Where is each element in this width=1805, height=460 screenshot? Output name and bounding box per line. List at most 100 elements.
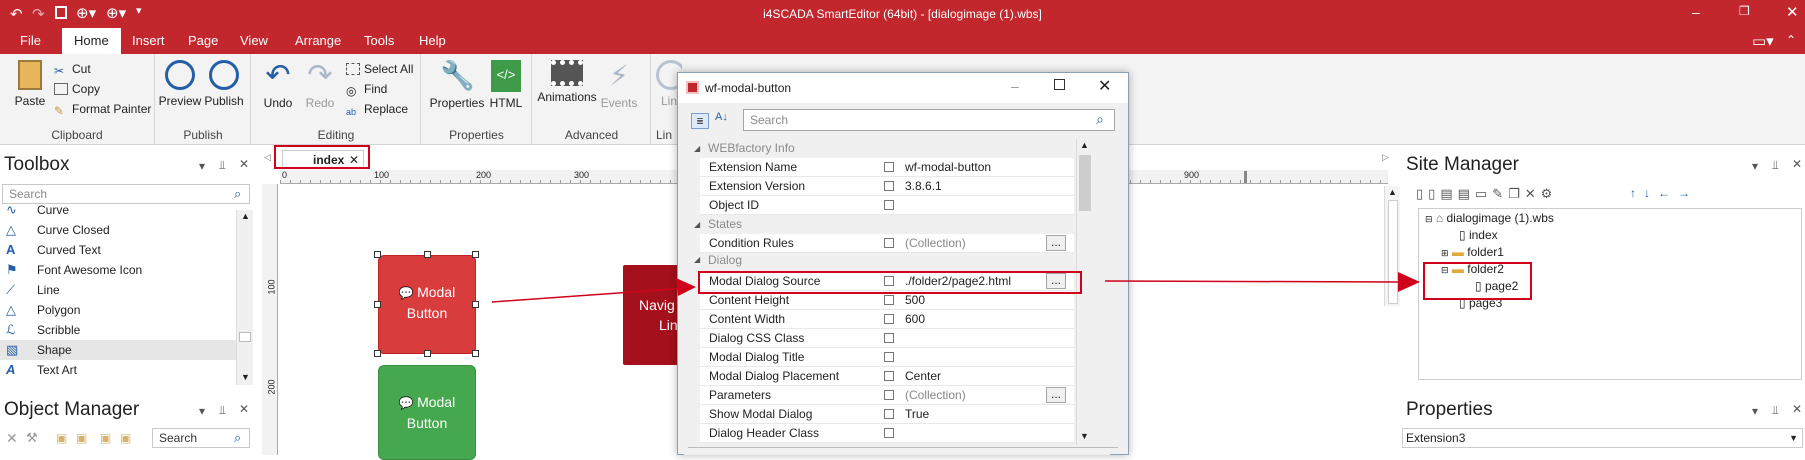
property-value[interactable]: Center (905, 367, 941, 385)
sort-az-icon[interactable]: A↓ (715, 111, 728, 123)
resize-handle[interactable] (472, 350, 479, 357)
property-value[interactable]: (Collection) (905, 234, 966, 252)
publish-button[interactable]: Publish (200, 60, 248, 108)
ellipsis-button[interactable]: ... (1046, 235, 1066, 251)
menu-page[interactable]: Page (176, 28, 230, 54)
toolbox-item-shape[interactable]: ▧ Shape (0, 340, 252, 360)
paste-button[interactable]: Paste (6, 60, 54, 108)
format-painter-button[interactable]: ✎ Format Painter (54, 100, 151, 118)
select-all-button[interactable]: Select All (346, 60, 413, 78)
send-backward-icon[interactable]: ▣ (120, 431, 131, 445)
arrow-left-icon[interactable]: ← (1658, 186, 1678, 200)
ribbon-collapse-icon[interactable]: ⌃ (1786, 33, 1796, 47)
property-row[interactable]: Condition Rules (Collection)... (700, 234, 1074, 253)
toolbox-item-curved-text[interactable]: A Curved Text (0, 240, 252, 260)
expand-icon[interactable]: ⊞ (1441, 248, 1449, 258)
dialog-maximize-icon[interactable] (1054, 79, 1065, 90)
minimize-icon[interactable]: – (1692, 4, 1700, 20)
events-button[interactable]: ⚡ Events (595, 60, 643, 110)
collapse-icon[interactable]: ⊟ (1425, 214, 1433, 224)
delete-icon[interactable]: ✕ (6, 430, 18, 447)
panel-menu-icon[interactable]: ▾ (199, 404, 205, 418)
resize-handle[interactable] (472, 301, 479, 308)
scroll-up-icon[interactable]: ▲ (1388, 187, 1397, 197)
arrow-right-icon[interactable]: → (1678, 186, 1698, 200)
dialog-search-input[interactable]: Search (743, 109, 1115, 131)
resize-handle[interactable] (374, 251, 381, 258)
menu-home[interactable]: Home (62, 28, 121, 54)
dialog-close-icon[interactable]: ✕ (1098, 76, 1111, 96)
resize-handle[interactable] (374, 301, 381, 308)
property-value[interactable]: wf-modal-button (905, 158, 991, 176)
scroll-thumb[interactable] (1079, 155, 1091, 211)
properties-button[interactable]: 🔧 Properties (428, 60, 486, 110)
ellipsis-button[interactable]: ... (1046, 387, 1066, 403)
menu-insert[interactable]: Insert (120, 28, 177, 54)
property-row[interactable]: Modal Dialog Placement Center (700, 367, 1074, 386)
property-edit-icon[interactable] (884, 200, 894, 210)
property-value[interactable]: (Collection) (905, 386, 966, 404)
window-layout-icon[interactable]: ▭▾ (1752, 32, 1774, 50)
restore-icon[interactable]: ❐ (1739, 4, 1750, 18)
property-row[interactable]: Parameters (Collection)... (700, 386, 1074, 405)
panel-menu-icon[interactable]: ▾ (1752, 404, 1758, 418)
panel-close-icon[interactable]: ✕ (1792, 157, 1802, 171)
panel-close-icon[interactable]: ✕ (239, 402, 249, 416)
modal-button-shape-selected[interactable]: 💬 Modal Button (378, 255, 476, 354)
pin-icon[interactable]: ⫫ (1772, 158, 1779, 173)
modal-button-shape-green[interactable]: 💬 Modal Button (378, 365, 476, 460)
bring-forward-icon[interactable]: ▣ (100, 431, 111, 445)
tree-root[interactable]: ⊟ ⌂ dialogimage (1).wbs (1425, 211, 1554, 225)
preview-button[interactable]: Preview (156, 60, 204, 108)
find-button[interactable]: ◎ Find (346, 80, 387, 98)
property-edit-icon[interactable] (884, 352, 894, 362)
menu-help[interactable]: Help (407, 28, 458, 54)
scroll-down-icon[interactable]: ▼ (1080, 431, 1089, 441)
property-edit-icon[interactable] (884, 428, 894, 438)
property-edit-icon[interactable] (884, 333, 894, 343)
property-row[interactable]: Show Modal Dialog True (700, 405, 1074, 424)
pin-icon[interactable]: ⫫ (219, 158, 226, 173)
tools-icon[interactable]: ⚒ (26, 430, 38, 446)
cut-button[interactable]: ✂ Cut (54, 60, 91, 78)
page-settings-icon[interactable]: ▤ (1458, 186, 1475, 201)
property-edit-icon[interactable] (884, 295, 894, 305)
panel-menu-icon[interactable]: ▾ (199, 159, 205, 173)
new-folder-icon[interactable]: ▭ (1475, 186, 1492, 201)
menu-arrange[interactable]: Arrange (283, 28, 353, 54)
replace-button[interactable]: ab Replace (346, 100, 408, 118)
toolbox-item-text-art[interactable]: A Text Art (0, 360, 252, 380)
toolbox-item-curve-closed[interactable]: △ Curve Closed (0, 220, 252, 240)
property-value[interactable]: 3.8.6.1 (905, 177, 942, 195)
scroll-up-icon[interactable]: ▲ (1080, 140, 1089, 150)
tab-scroll-left-icon[interactable]: ◁ (264, 152, 271, 163)
property-row[interactable]: Extension Version 3.8.6.1 (700, 177, 1074, 196)
scroll-up-icon[interactable]: ▲ (241, 211, 250, 221)
property-row[interactable]: Dialog CSS Class (700, 329, 1074, 348)
property-edit-icon[interactable] (884, 409, 894, 419)
collapse-icon[interactable]: ◢ (694, 253, 700, 267)
tree-item-index[interactable]: ▯ index (1459, 228, 1498, 242)
property-row[interactable]: Modal Dialog Title (700, 348, 1074, 367)
duplicate-icon[interactable]: ❐ (1508, 186, 1525, 201)
menu-file[interactable]: File (8, 28, 53, 54)
ungroup-icon[interactable]: ▣ (76, 431, 87, 445)
toolbox-item-polygon[interactable]: △ Polygon (0, 300, 252, 320)
resize-handle[interactable] (374, 350, 381, 357)
property-value[interactable]: 600 (905, 310, 925, 328)
new-page-icon[interactable]: ▯ (1416, 186, 1428, 201)
object-selector[interactable]: Extension3 ▼ (1402, 428, 1803, 448)
rename-icon[interactable]: ✎ (1492, 186, 1508, 201)
property-edit-icon[interactable] (884, 390, 894, 400)
canvas-scrollbar[interactable]: ▲ (1384, 186, 1400, 306)
menu-view[interactable]: View (228, 28, 280, 54)
dialog-minimize-icon[interactable]: – (1011, 78, 1019, 94)
undo-button[interactable]: ↶ Undo (254, 60, 302, 111)
toolbox-item-scribble[interactable]: ℒ Scribble (0, 320, 252, 340)
html-button[interactable]: </> HTML (482, 60, 530, 110)
toolbox-item-curve[interactable]: ∿ Curve (0, 200, 252, 220)
property-row[interactable]: Content Width 600 (700, 310, 1074, 329)
property-edit-icon[interactable] (884, 162, 894, 172)
scroll-thumb[interactable] (1388, 200, 1398, 304)
toolbox-item-font-awesome-icon[interactable]: ⚑ Font Awesome Icon (0, 260, 252, 280)
